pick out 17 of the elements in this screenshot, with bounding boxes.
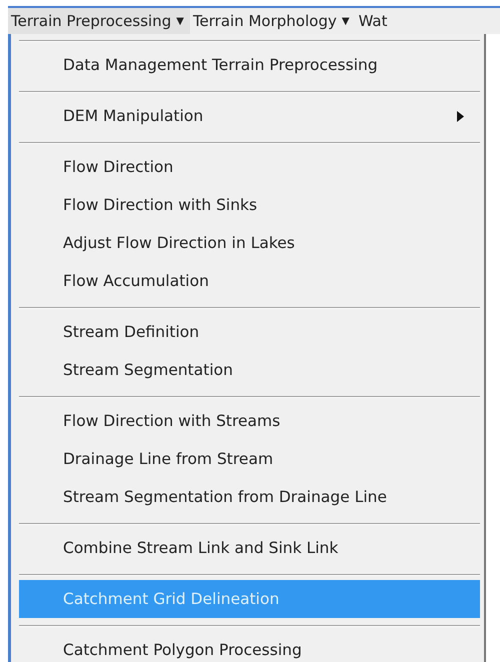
menu-item[interactable]: Combine Stream Link and Sink Link [19,529,480,567]
menu-item[interactable]: Flow Direction [19,148,480,186]
menu-item[interactable]: Catchment Polygon Processing [19,631,480,662]
menu-item[interactable]: Flow Accumulation [19,262,480,300]
menu-bar-item[interactable]: Terrain Morphology ▼ [190,8,356,34]
menu-item[interactable]: DEM Manipulation [19,97,480,135]
menu-item[interactable]: Drainage Line from Stream [19,440,480,478]
menu-item[interactable]: Adjust Flow Direction in Lakes [19,224,480,262]
menu-item[interactable]: Stream Definition [19,313,480,351]
menu-item[interactable]: Flow Direction with Streams [19,402,480,440]
menu-item[interactable]: Data Management Terrain Preprocessing [19,46,480,84]
menu-bar-item[interactable]: Wat [355,8,394,34]
menu-item[interactable]: Flow Direction with Sinks [19,186,480,224]
menu-item[interactable]: Stream Segmentation [19,351,480,389]
menu-bar-item[interactable]: Terrain Preprocessing ▼ [8,8,190,34]
menu-item[interactable]: Stream Segmentation from Drainage Line [19,478,480,516]
submenu-arrow-icon [457,110,464,122]
